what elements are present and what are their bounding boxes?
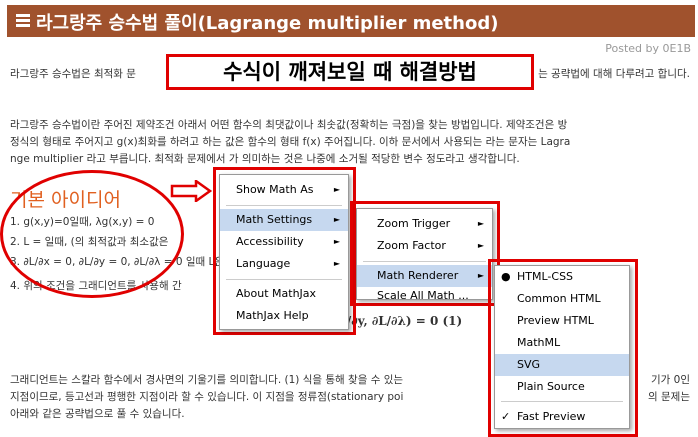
menu-item-accessibility[interactable]: Accessibility ► xyxy=(220,231,348,253)
menu-item-fast-preview[interactable]: ✓ Fast Preview xyxy=(495,406,629,428)
gradient-line-right: 기가 0인 xyxy=(651,374,690,386)
submenu-arrow-icon: ► xyxy=(477,241,484,250)
callout-label: 수식이 깨져보일 때 해결방법 xyxy=(166,54,534,90)
menu-item-mathjax-help[interactable]: MathJax Help xyxy=(220,305,348,327)
menu-item-preview-html[interactable]: Preview HTML xyxy=(495,310,629,332)
submenu-arrow-icon: ► xyxy=(333,259,340,268)
menu-divider xyxy=(501,401,623,402)
menu-item-label: Show Math As xyxy=(236,183,314,196)
posted-by: Posted by 0E1B xyxy=(605,42,691,55)
definition-line: nge multiplier 라고 부릅니다. 최적화 문제에서 가 의미하는 … xyxy=(10,153,520,165)
definition-line: 라그랑주 승수법이란 주어진 제약조건 아래서 어떤 함수의 최댓값이나 최솟값… xyxy=(10,119,568,131)
menu-item-label: MathJax Help xyxy=(236,309,309,322)
menu-item-zoom-factor[interactable]: Zoom Factor ► xyxy=(357,235,492,257)
menu-item-zoom-trigger[interactable]: Zoom Trigger ► xyxy=(357,213,492,235)
menu-item-label: Language xyxy=(236,257,291,270)
mathjax-context-menu: Show Math As ► Math Settings ► Accessibi… xyxy=(219,174,349,330)
intro-left: 라그랑주 승수법은 최적화 문 xyxy=(10,68,136,80)
menu-divider xyxy=(226,205,342,206)
menu-divider xyxy=(226,279,342,280)
menu-item-mathml[interactable]: MathML xyxy=(495,332,629,354)
submenu-arrow-icon: ► xyxy=(333,237,340,246)
menu-item-label: MathML xyxy=(517,336,561,349)
menu-item-label: SVG xyxy=(517,358,541,371)
gradient-paragraph-right: 기가 0인 의 문제는 xyxy=(648,372,690,406)
post-header: 라그랑주 승수법 풀이(Lagrange multiplier method) xyxy=(7,5,695,37)
menu-item-label: Math Renderer xyxy=(377,269,459,282)
radio-selected-icon: ● xyxy=(501,270,511,283)
menu-item-label: Plain Source xyxy=(517,380,585,393)
annotation-oval xyxy=(0,170,184,298)
submenu-arrow-icon: ► xyxy=(477,271,484,280)
intro-right: 는 공략법에 대해 다루려고 합니다. xyxy=(538,68,690,80)
menu-item-scale-all-math[interactable]: Scale All Math ... xyxy=(357,285,492,307)
menu-item-about-mathjax[interactable]: About MathJax xyxy=(220,283,348,305)
menu-item-svg[interactable]: SVG xyxy=(495,354,629,376)
menu-item-label: Accessibility xyxy=(236,235,304,248)
menu-item-label: Zoom Factor xyxy=(377,239,446,252)
menu-item-html-css[interactable]: ● HTML-CSS xyxy=(495,266,629,288)
menu-divider xyxy=(363,261,486,262)
menu-item-label: HTML-CSS xyxy=(517,270,574,283)
menu-item-language[interactable]: Language ► xyxy=(220,253,348,275)
definition-paragraph: 라그랑주 승수법이란 주어진 제약조건 아래서 어떤 함수의 최댓값이나 최솟값… xyxy=(10,117,690,168)
menu-item-label: Scale All Math ... xyxy=(377,289,469,302)
menu-item-label: Preview HTML xyxy=(517,314,594,327)
menu-icon[interactable] xyxy=(16,14,30,28)
menu-item-label: Common HTML xyxy=(517,292,601,305)
math-renderer-submenu: ● HTML-CSS Common HTML Preview HTML Math… xyxy=(494,265,630,429)
submenu-arrow-icon: ► xyxy=(333,215,340,224)
menu-item-math-settings[interactable]: Math Settings ► xyxy=(220,209,348,231)
math-settings-submenu: Zoom Trigger ► Zoom Factor ► Math Render… xyxy=(356,208,493,302)
menu-item-label: Zoom Trigger xyxy=(377,217,451,230)
menu-item-show-math-as[interactable]: Show Math As ► xyxy=(220,179,348,201)
definition-line: 정식의 형태로 주어지고 g(x)최화를 하려고 하는 값은 함수의 형태 f(… xyxy=(10,136,571,148)
menu-item-label: Math Settings xyxy=(236,213,313,226)
annotation-arrow-icon xyxy=(170,180,213,202)
menu-item-math-renderer[interactable]: Math Renderer ► xyxy=(357,265,492,287)
page-title: 라그랑주 승수법 풀이(Lagrange multiplier method) xyxy=(36,13,499,34)
submenu-arrow-icon: ► xyxy=(333,185,340,194)
submenu-arrow-icon: ► xyxy=(477,219,484,228)
menu-item-label: About MathJax xyxy=(236,287,317,300)
menu-item-label: Fast Preview xyxy=(517,410,586,423)
menu-item-common-html[interactable]: Common HTML xyxy=(495,288,629,310)
menu-item-plain-source[interactable]: Plain Source xyxy=(495,376,629,398)
gradient-line-right: 의 문제는 xyxy=(648,391,690,403)
checkmark-icon: ✓ xyxy=(501,410,511,423)
